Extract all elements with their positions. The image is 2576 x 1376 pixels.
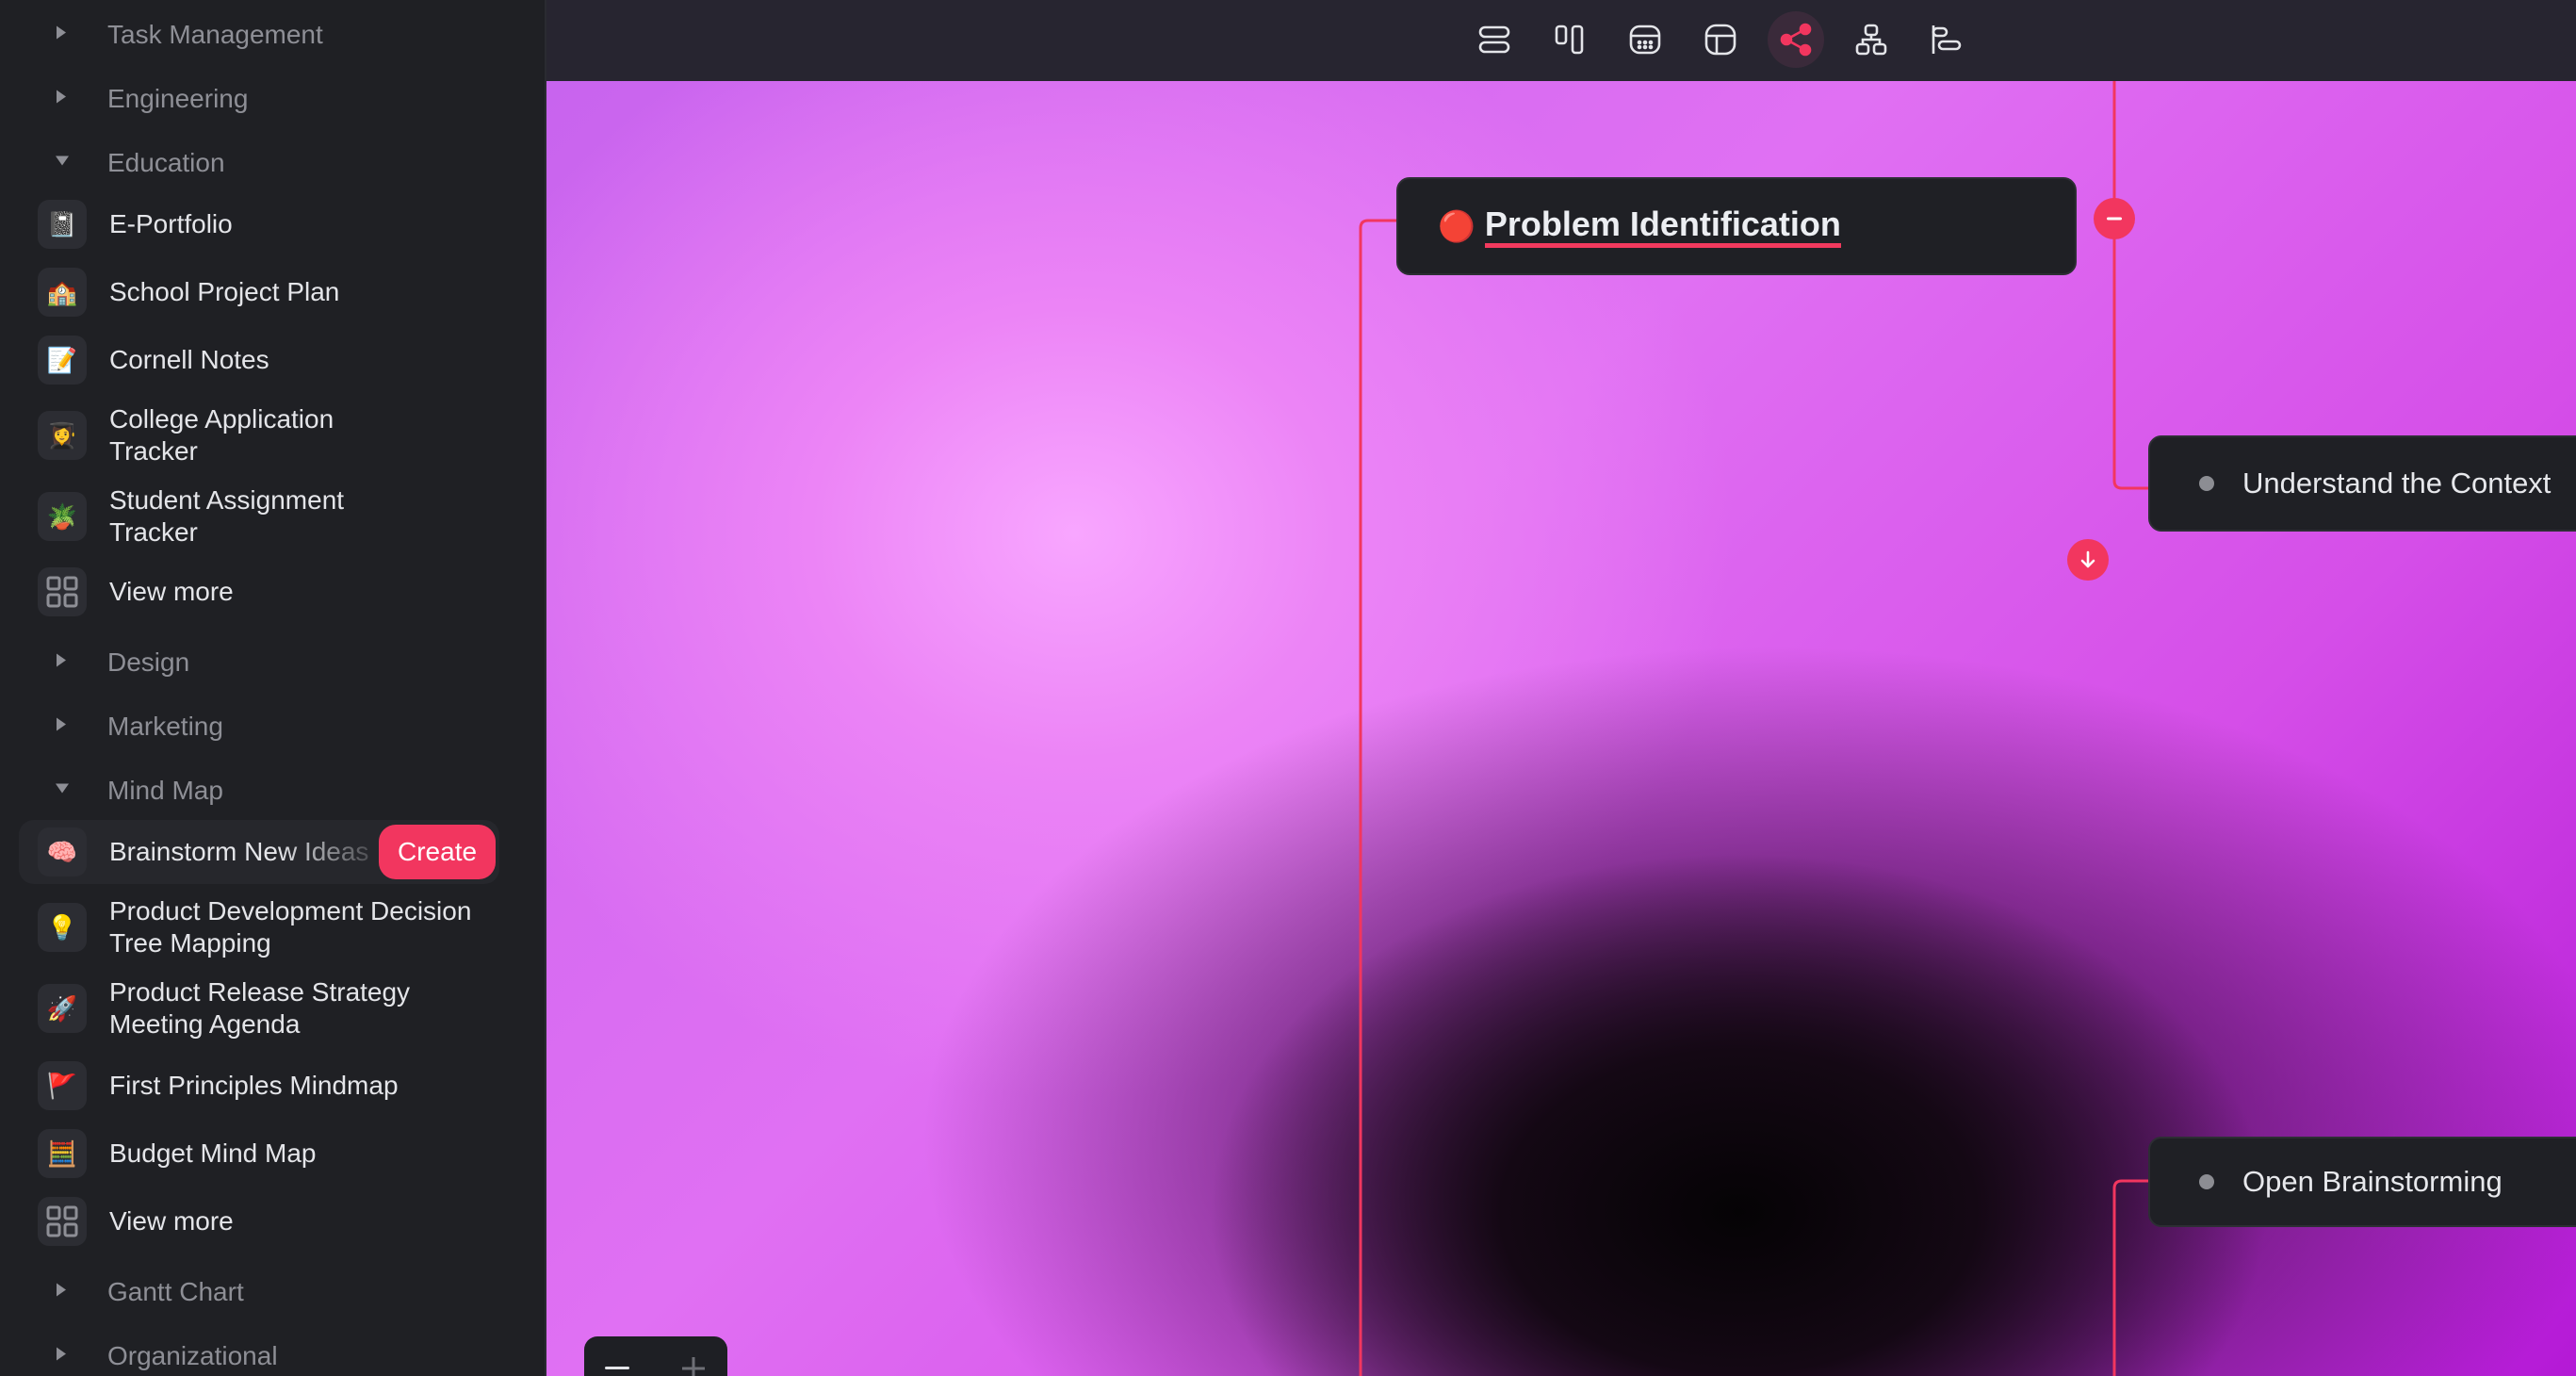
template-item-student-assignment-tracker[interactable]: 🪴 Student Assignment Tracker [19,477,499,556]
student-icon: 👩‍🎓 [38,411,87,460]
abacus-icon: 🧮 [38,1129,87,1178]
table-view-icon[interactable] [1692,11,1749,68]
caret-right-icon [55,1283,68,1302]
collapse-node-button[interactable] [2094,198,2135,239]
bullet-icon [2199,476,2214,491]
caret-down-icon [55,155,70,172]
view-more-mind-map[interactable]: View more [19,1189,499,1253]
calendar-view-icon[interactable] [1617,11,1673,68]
sidebar: Task Management Engineering Education 📓 … [0,0,546,1376]
rocket-icon: 🚀 [38,984,87,1033]
notebook-icon: 📓 [38,200,87,249]
org-chart-view-icon[interactable] [1843,11,1899,68]
category-label: Organizational [107,1341,278,1370]
caret-down-icon [55,782,70,800]
view-more-label: View more [109,1206,234,1236]
category-label: Marketing [107,712,223,741]
view-toolbar [546,0,2576,81]
category-design[interactable]: Design [0,634,545,691]
grid-icon [38,1197,87,1246]
arrow-down-icon[interactable] [2067,539,2109,581]
template-item-product-release-strategy[interactable]: 🚀 Product Release Strategy Meeting Agend… [19,969,499,1048]
category-task-management[interactable]: Task Management [0,7,545,63]
category-organizational[interactable]: Organizational [0,1328,545,1376]
template-item-college-application-tracker[interactable]: 👩‍🎓 College Application Tracker [19,396,499,475]
create-button[interactable]: Create [379,825,497,879]
caret-right-icon [55,653,68,673]
zoom-controls [584,1336,727,1376]
template-label: Budget Mind Map [109,1138,317,1168]
template-label: Brainstorm New Ideas [109,837,369,866]
category-label: Gantt Chart [107,1277,244,1306]
view-more-label: View more [109,577,234,606]
mindmap-view-icon[interactable] [1768,11,1824,68]
caret-right-icon [55,1347,68,1367]
lightbulb-icon: 💡 [38,903,87,952]
template-item-e-portfolio[interactable]: 📓 E-Portfolio [19,192,499,256]
template-item-budget-mind-map[interactable]: 🧮 Budget Mind Map [19,1122,499,1186]
template-label: E-Portfolio [109,209,233,238]
red-circle-icon: 🔴 [1438,209,1475,243]
category-education[interactable]: Education [0,135,545,191]
school-icon: 🏫 [38,268,87,317]
node-label: Problem Identification [1484,205,1841,248]
caret-right-icon [55,90,68,109]
caret-right-icon [55,25,68,45]
bullet-icon [2199,1174,2214,1189]
template-label: College Application Tracker [109,404,334,466]
template-item-brainstorm-new-ideas[interactable]: 🧠 Brainstorm New Ideas Create [19,820,499,884]
category-label: Task Management [107,20,323,49]
flag-icon: 🚩 [38,1061,87,1110]
template-item-first-principles-mindmap[interactable]: 🚩 First Principles Mindmap [19,1054,499,1118]
view-more-education[interactable]: View more [19,560,499,624]
caret-right-icon [55,717,68,737]
node-label: Understand the Context [2242,467,2552,500]
zoom-out-button[interactable] [605,1367,629,1369]
template-item-cornell-notes[interactable]: 📝 Cornell Notes [19,328,499,392]
brain-icon: 🧠 [38,827,87,876]
template-label: Student Assignment Tracker [109,485,345,547]
template-label: Cornell Notes [109,345,269,374]
category-mind-map[interactable]: Mind Map [0,762,545,819]
plant-icon: 🪴 [38,492,87,541]
category-label: Engineering [107,84,249,113]
category-label: Design [107,647,190,677]
list-view-icon[interactable] [1466,11,1523,68]
mindmap-child-node[interactable]: Open Brainstorming [2148,1137,2576,1227]
template-item-product-development-decision-tree[interactable]: 💡 Product Development Decision Tree Mapp… [19,888,499,967]
template-label: First Principles Mindmap [109,1071,399,1100]
template-label: Product Development Decision Tree Mappin… [109,896,472,958]
template-item-school-project-plan[interactable]: 🏫 School Project Plan [19,260,499,324]
mindmap-canvas[interactable]: 🔴 Problem Identification Understand the … [546,81,2576,1376]
template-label: School Project Plan [109,277,340,306]
category-gantt-chart[interactable]: Gantt Chart [0,1264,545,1320]
template-label: Product Release Strategy Meeting Agenda [109,977,411,1039]
zoom-in-button[interactable] [680,1355,707,1376]
preview-area: 🔴 Problem Identification Understand the … [546,0,2576,1376]
node-label: Open Brainstorming [2242,1165,2503,1198]
memo-icon: 📝 [38,336,87,385]
board-view-icon[interactable] [1541,11,1598,68]
category-label: Education [107,148,225,177]
category-engineering[interactable]: Engineering [0,71,545,127]
mindmap-root-node[interactable]: 🔴 Problem Identification [1396,177,2077,275]
category-marketing[interactable]: Marketing [0,698,545,755]
gantt-view-icon[interactable] [1918,11,1975,68]
mindmap-child-node[interactable]: Understand the Context [2148,435,2576,532]
category-label: Mind Map [107,776,223,805]
grid-icon [38,567,87,616]
